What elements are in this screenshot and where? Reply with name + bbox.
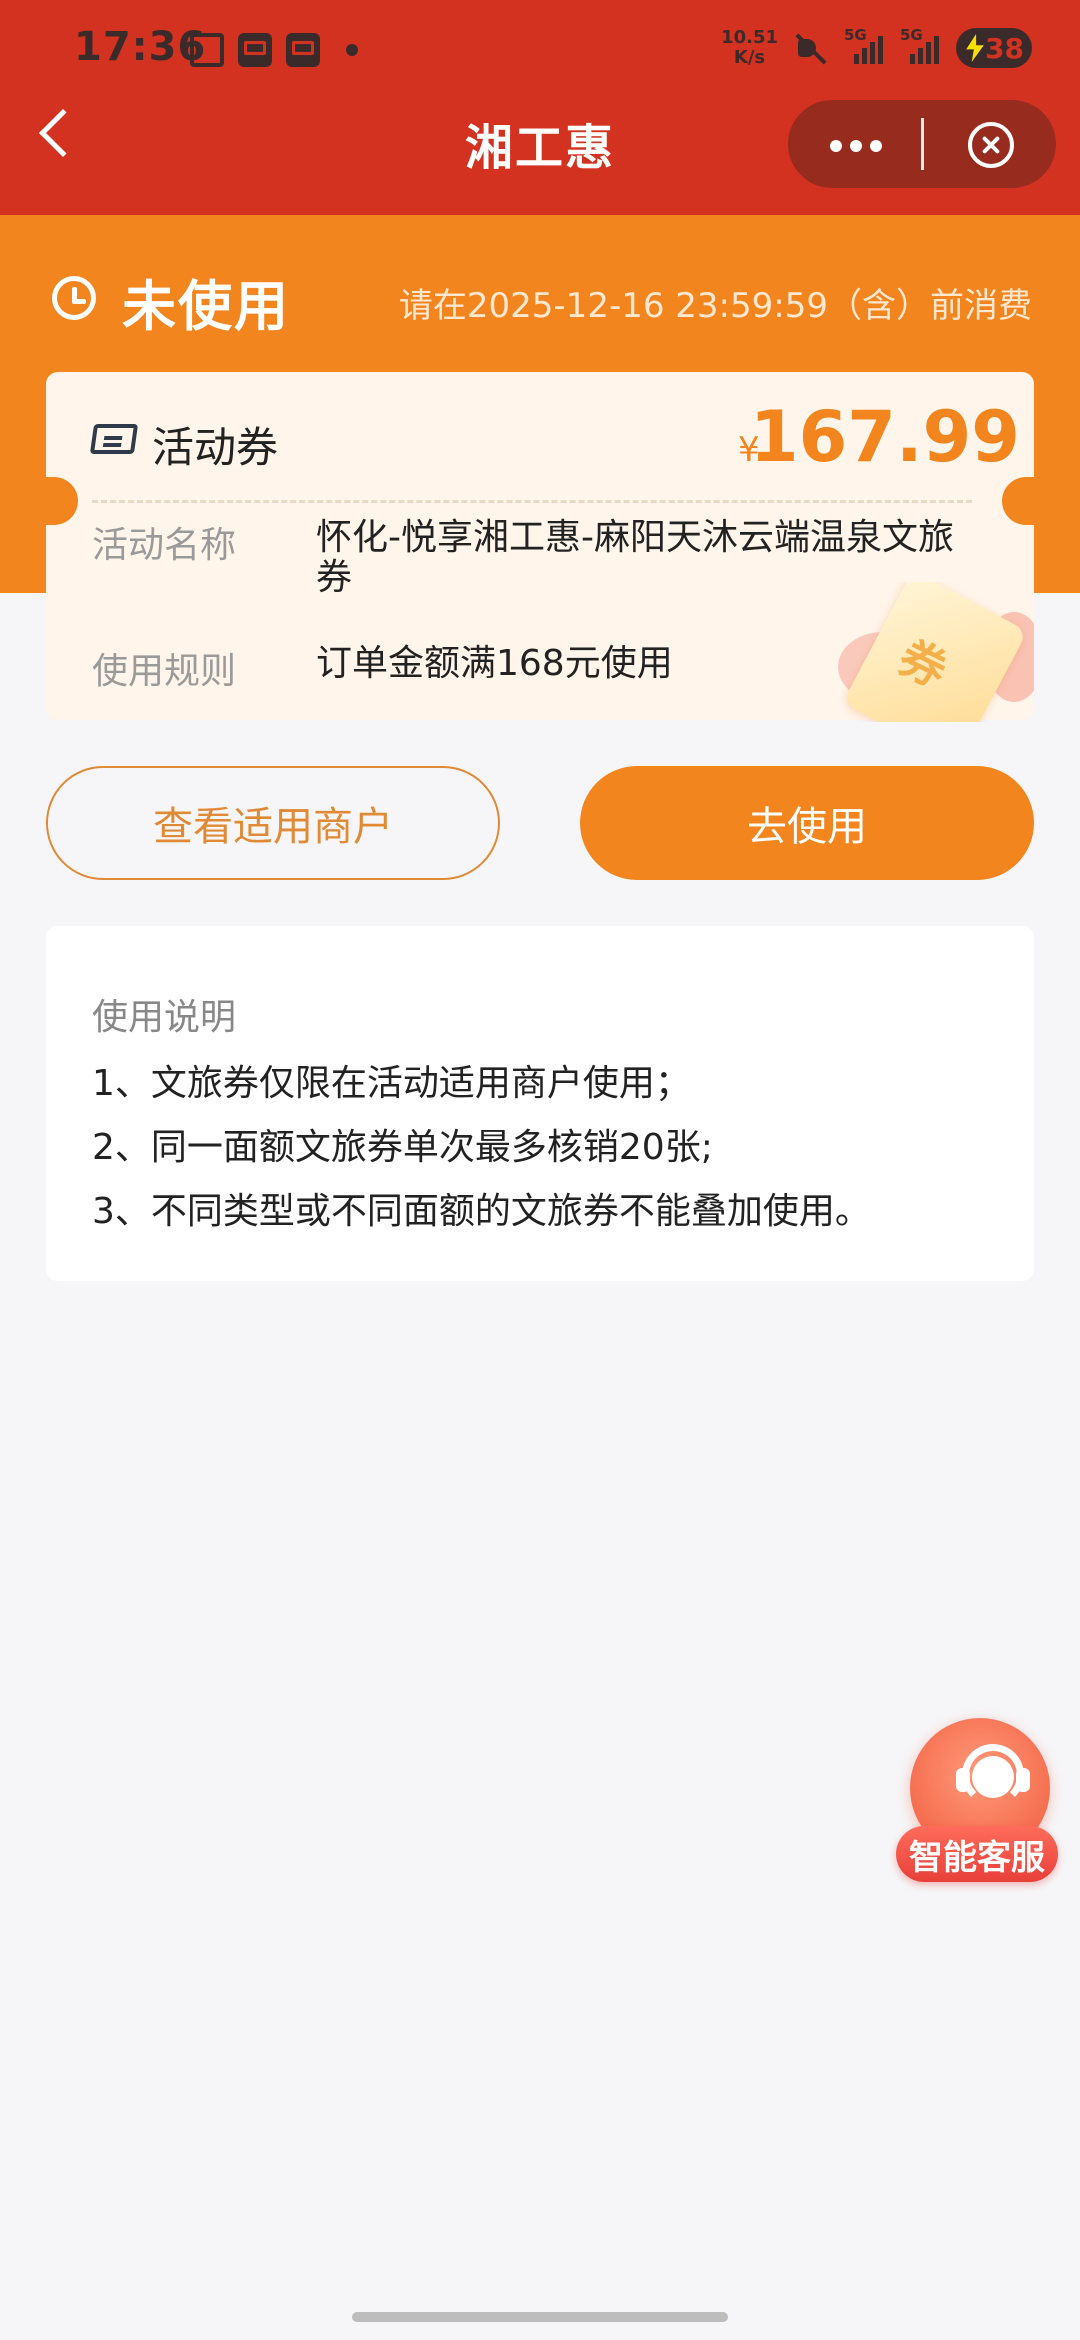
ticket-icon bbox=[89, 424, 139, 454]
use-coupon-button[interactable]: 去使用 bbox=[580, 766, 1034, 880]
signal-5g-icon: 5G bbox=[844, 26, 884, 64]
card-divider bbox=[92, 500, 972, 503]
coupon-decoration-text: 券 bbox=[890, 629, 956, 699]
coupon-decoration-illustration: 券 bbox=[834, 582, 1034, 722]
mute-icon bbox=[794, 31, 828, 65]
more-icon[interactable] bbox=[830, 140, 882, 152]
screenshot-icon bbox=[190, 33, 224, 67]
activity-name-label: 活动名称 bbox=[92, 525, 237, 566]
coupon-amount: 167.99 bbox=[749, 396, 1020, 478]
battery-icon: 38 bbox=[956, 28, 1032, 68]
capsule-divider bbox=[921, 118, 924, 170]
usage-rule-label: 使用规则 bbox=[92, 651, 237, 692]
instructions-title: 使用说明 bbox=[92, 997, 237, 1038]
list-item: 2、同一面额文旅券单次最多核销20张; bbox=[92, 1127, 713, 1168]
coupon-deadline: 请在2025-12-16 23:59:59（含）前消费 bbox=[398, 286, 1032, 326]
view-merchants-button[interactable]: 查看适用商户 bbox=[46, 766, 500, 880]
instructions-list: 1、文旅券仅限在活动适用商户使用； 2、同一面额文旅券单次最多核销20张; 3、… bbox=[92, 1052, 871, 1244]
list-item: 3、不同类型或不同面额的文旅券不能叠加使用。 bbox=[92, 1191, 871, 1232]
miniprogram-capsule bbox=[788, 100, 1056, 188]
signal-label: 5G bbox=[900, 26, 923, 44]
smart-service-button[interactable]: 智能客服 bbox=[896, 1718, 1058, 1882]
usage-instructions-card: 使用说明 1、文旅券仅限在活动适用商户使用； 2、同一面额文旅券单次最多核销20… bbox=[46, 926, 1034, 1281]
mail-icon bbox=[238, 33, 272, 67]
network-speed-value: 10.51 bbox=[721, 27, 778, 48]
signal-5g-icon: 5G bbox=[900, 26, 940, 64]
more-notifications-dot-icon bbox=[346, 44, 358, 56]
status-notification-icons bbox=[190, 30, 358, 70]
status-time: 17:36 bbox=[74, 24, 207, 70]
signal-label: 5G bbox=[844, 26, 867, 44]
home-indicator[interactable] bbox=[352, 2312, 728, 2322]
mail-icon bbox=[286, 33, 320, 67]
clock-icon bbox=[52, 276, 96, 320]
coupon-status: 未使用 bbox=[122, 275, 290, 338]
close-icon[interactable] bbox=[968, 122, 1014, 168]
battery-level: 38 bbox=[985, 31, 1024, 65]
network-speed: 10.51 K/s bbox=[721, 28, 778, 68]
charging-bolt-icon bbox=[966, 34, 984, 62]
status-system-icons: 10.51 K/s 5G 5G 38 bbox=[721, 24, 1032, 72]
headset-icon bbox=[954, 1744, 1034, 1814]
network-speed-unit: K/s bbox=[733, 47, 766, 68]
coupon-type: 活动券 bbox=[152, 423, 279, 472]
list-item: 1、文旅券仅限在活动适用商户使用； bbox=[92, 1063, 691, 1104]
smart-service-label: 智能客服 bbox=[896, 1826, 1058, 1882]
